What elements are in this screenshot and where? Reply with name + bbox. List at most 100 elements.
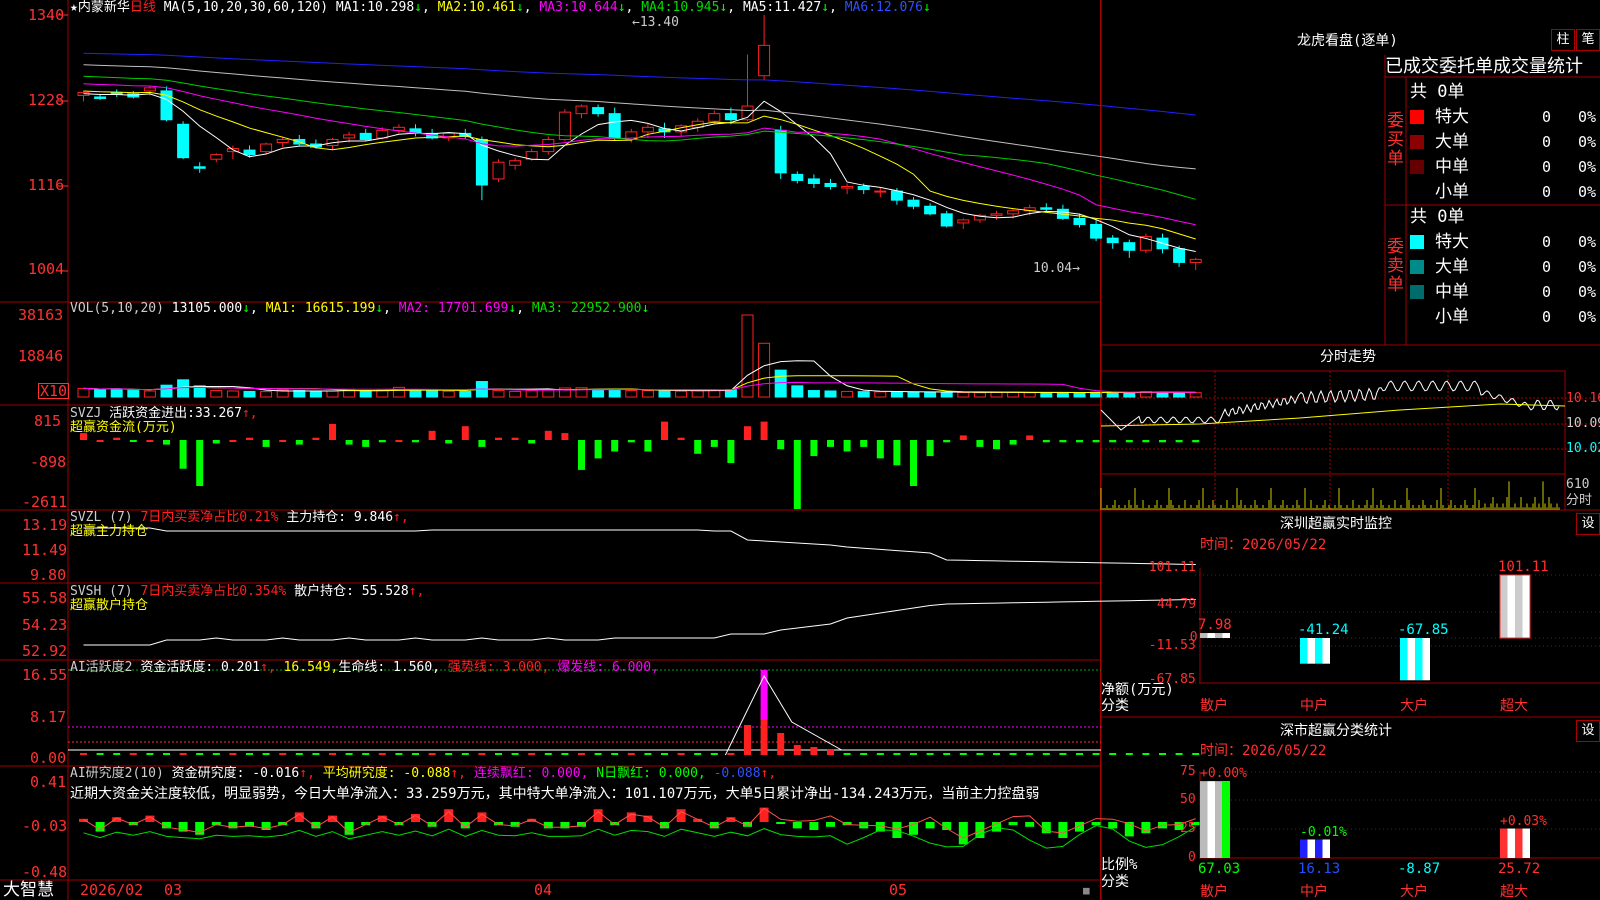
flow-bar <box>760 421 768 440</box>
flow-bar <box>1192 440 1200 443</box>
flow-bar <box>345 440 353 445</box>
volume-bar-down <box>890 391 903 398</box>
xaxis-label: 03 <box>164 881 183 899</box>
buy-row-name: 小单 <box>1435 182 1469 202</box>
volume-bar-down <box>1123 392 1136 398</box>
candle-down <box>1106 237 1119 244</box>
classify-axis-label2: 分类 <box>1101 874 1129 890</box>
buy-row-name: 特大 <box>1435 107 1469 127</box>
svzl-header: SVZL (7) 7日内买卖净占比0.21% 主力持仓: 9.846↑, <box>70 510 409 525</box>
activity-bar <box>1125 753 1133 755</box>
research-bar <box>1025 822 1035 827</box>
flow-bar <box>926 440 934 457</box>
classify-bar <box>1215 781 1223 858</box>
buy-row-value: 0 <box>1542 183 1552 201</box>
sell-row-value: 0 <box>1542 308 1552 326</box>
activity-bar <box>146 753 154 755</box>
candle-down <box>824 182 837 188</box>
ai2-ytick: 0.41 <box>30 773 67 791</box>
classify-bar <box>1322 839 1330 858</box>
activity-bar <box>129 753 137 755</box>
classify-bar <box>1522 828 1530 858</box>
ai1-ytick: 0.00 <box>30 749 67 767</box>
buy-row-value: 0 <box>1542 108 1552 126</box>
flow-bar <box>627 440 635 443</box>
volume-bar-down <box>1056 392 1069 398</box>
classify-category: 超大 <box>1500 884 1528 900</box>
activity-bar <box>959 753 967 755</box>
buy-row-name: 大单 <box>1435 132 1469 152</box>
tick-mode-button[interactable]: 笔 <box>1576 29 1600 51</box>
research-bar <box>1108 822 1118 829</box>
volume-ytick: 38163 <box>18 306 64 324</box>
activity-bar <box>445 753 453 755</box>
sell-row-percent: 0% <box>1578 258 1597 276</box>
period-label: 日线 <box>129 0 156 15</box>
activity-bar <box>544 753 552 755</box>
research-bar <box>809 822 819 830</box>
monitor-axis-label: 净额(万元) <box>1101 682 1174 698</box>
monitor-settings-button[interactable]: 设 <box>1576 513 1600 535</box>
candle-up <box>575 105 588 115</box>
classify-category: 散户 <box>1200 884 1228 900</box>
activity-bar <box>246 753 253 755</box>
kline-ytick: 1228 <box>28 91 65 109</box>
activity-bar <box>279 753 287 755</box>
sell-side-label: 委卖单 <box>1387 237 1404 295</box>
monitor-value-label: -41.24 <box>1298 622 1349 638</box>
kline-chart[interactable] <box>0 0 1600 900</box>
lock-icon[interactable]: ■ <box>1083 884 1090 898</box>
activity-bar <box>578 753 585 755</box>
classify-bar <box>1307 839 1315 858</box>
candle-down <box>940 213 953 227</box>
classify-settings-button[interactable]: 设 <box>1576 720 1600 742</box>
activity-bar <box>229 753 237 755</box>
volume-bar-down <box>309 390 322 398</box>
candle-up <box>376 129 389 139</box>
candle-up <box>343 134 356 139</box>
ma-line-1 <box>83 93 1196 252</box>
volume-bar-down <box>924 391 937 398</box>
flow-bar <box>1142 440 1150 443</box>
flow-bar <box>329 423 336 440</box>
flow-bar <box>876 440 884 459</box>
flow-bar <box>1092 440 1100 443</box>
low-label: 10.04→ <box>1033 261 1080 276</box>
svzj-sub: 超赢资金流(万元) <box>70 420 177 435</box>
ma3-item: MA3:10.644↓ <box>539 0 626 15</box>
monitor-ytick: -11.53 <box>1148 638 1196 653</box>
sell-row-percent: 0% <box>1578 308 1597 326</box>
classify-ytick: 0 <box>1188 850 1196 865</box>
activity-bar <box>1092 753 1100 755</box>
svsh-ytick: 55.58 <box>22 589 68 607</box>
flow-bar <box>511 437 519 440</box>
flow-bar <box>827 440 834 447</box>
candle-up <box>841 186 854 189</box>
sell-row-swatch <box>1410 260 1424 274</box>
flow-bar <box>976 440 984 447</box>
activity-bar <box>843 753 851 755</box>
bar-mode-button[interactable]: 柱 <box>1551 29 1575 51</box>
volume-bar-up <box>625 390 638 398</box>
volume-bar-up <box>210 390 223 398</box>
activity-bar <box>744 725 751 755</box>
flow-bar <box>677 437 685 440</box>
volume-bar-down <box>658 390 671 398</box>
kline-ytick: 1116 <box>28 176 65 194</box>
xaxis-label: 04 <box>534 881 553 899</box>
sell-row-name: 大单 <box>1435 257 1469 277</box>
monitor-value-label: -67.85 <box>1398 622 1449 638</box>
candle-down <box>1073 217 1086 225</box>
svzj-header: SVZJ 活跃资金进出:33.267↑, <box>70 406 258 421</box>
sell-row-swatch <box>1410 310 1424 324</box>
classify-bar <box>1315 839 1323 858</box>
sell-row-percent: 0% <box>1578 233 1597 251</box>
candle-down <box>94 96 107 99</box>
burst-bar <box>760 670 768 720</box>
volume-bar-down <box>824 390 837 398</box>
activity-bar <box>412 753 419 755</box>
volume-bar-up <box>990 391 1003 398</box>
flow-bar <box>561 433 569 440</box>
activity-bar <box>561 753 569 755</box>
kline-header: ★内蒙新华日线 MA(5,10,20,30,60,120) MA1:10.298… <box>70 0 931 15</box>
